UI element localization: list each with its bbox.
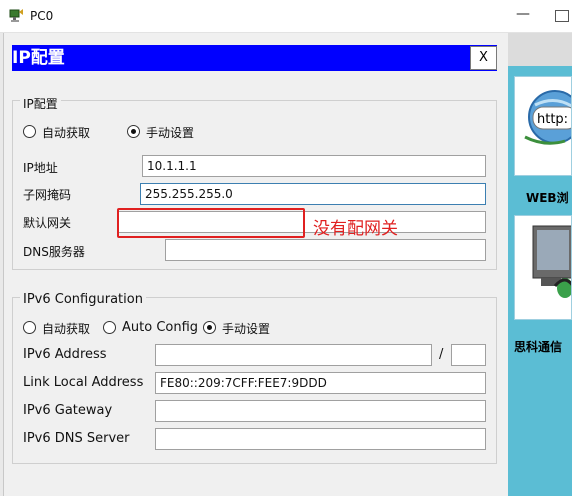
- ipv6-address-label: IPv6 Address: [23, 347, 107, 362]
- missing-gateway-annotation: 没有配网关: [313, 219, 398, 239]
- ipv6-auto-label[interactable]: 自动获取: [42, 320, 90, 337]
- missing-gateway-highlight: [117, 208, 305, 238]
- ipv6-dns-input[interactable]: [155, 428, 486, 450]
- subnet-mask-label: 子网掩码: [23, 188, 72, 202]
- link-local-input[interactable]: FE80::209:7CFF:FEE7:9DDD: [155, 372, 486, 394]
- window-title: PC0: [30, 9, 54, 23]
- web-tile-text: http:: [537, 112, 568, 127]
- default-gateway-label: 默认网关: [23, 216, 72, 230]
- ipv6-gateway-input[interactable]: [155, 400, 486, 422]
- dns-server-input[interactable]: [165, 239, 486, 261]
- web-browser-tile[interactable]: http:: [514, 76, 572, 176]
- close-button[interactable]: X: [470, 46, 497, 70]
- pc-app-icon: [9, 9, 23, 22]
- ipv4-group-legend: IP配置: [20, 95, 61, 112]
- subnet-mask-input[interactable]: 255.255.255.0: [140, 183, 486, 205]
- ipv6-static-label[interactable]: 手动设置: [222, 320, 270, 337]
- ipv4-dhcp-label[interactable]: 自动获取: [42, 124, 90, 141]
- ipv6-address-input[interactable]: [155, 344, 432, 366]
- ip-address-label: IP地址: [23, 161, 58, 175]
- ip-address-input[interactable]: 10.1.1.1: [142, 155, 486, 177]
- ipv6-prefix-input[interactable]: [451, 344, 486, 366]
- ipv6-group-legend: IPv6 Configuration: [20, 292, 146, 307]
- ipv6-static-radio[interactable]: [203, 321, 216, 334]
- ipv6-auto-radio[interactable]: [23, 321, 36, 334]
- dialog-header-bar: [12, 45, 497, 71]
- restore-button[interactable]: [555, 10, 569, 22]
- ipv4-static-radio[interactable]: [127, 125, 140, 138]
- window-titlebar: PC0 —: [0, 0, 572, 33]
- ipv4-static-label[interactable]: 手动设置: [146, 124, 194, 141]
- link-local-label: Link Local Address: [23, 375, 144, 390]
- ipv6-autoconfig-radio[interactable]: [103, 321, 116, 334]
- cisco-comm-label: 思科通信: [514, 340, 563, 354]
- dialog-title: IP配置: [12, 48, 65, 68]
- dns-server-label: DNS服务器: [23, 245, 85, 259]
- web-browser-label: WEB浏: [526, 191, 569, 205]
- computer-icon: [532, 225, 571, 298]
- web-browser-icon: http:: [524, 90, 571, 145]
- ipv6-gateway-label: IPv6 Gateway: [23, 403, 113, 418]
- pc-terminal-tile[interactable]: [514, 215, 572, 320]
- ipv6-dns-label: IPv6 DNS Server: [23, 431, 130, 446]
- ipv6-autoconfig-label[interactable]: Auto Config: [122, 320, 198, 335]
- ipv4-dhcp-radio[interactable]: [23, 125, 36, 138]
- minimize-button[interactable]: —: [514, 6, 532, 26]
- prefix-separator: /: [439, 347, 444, 362]
